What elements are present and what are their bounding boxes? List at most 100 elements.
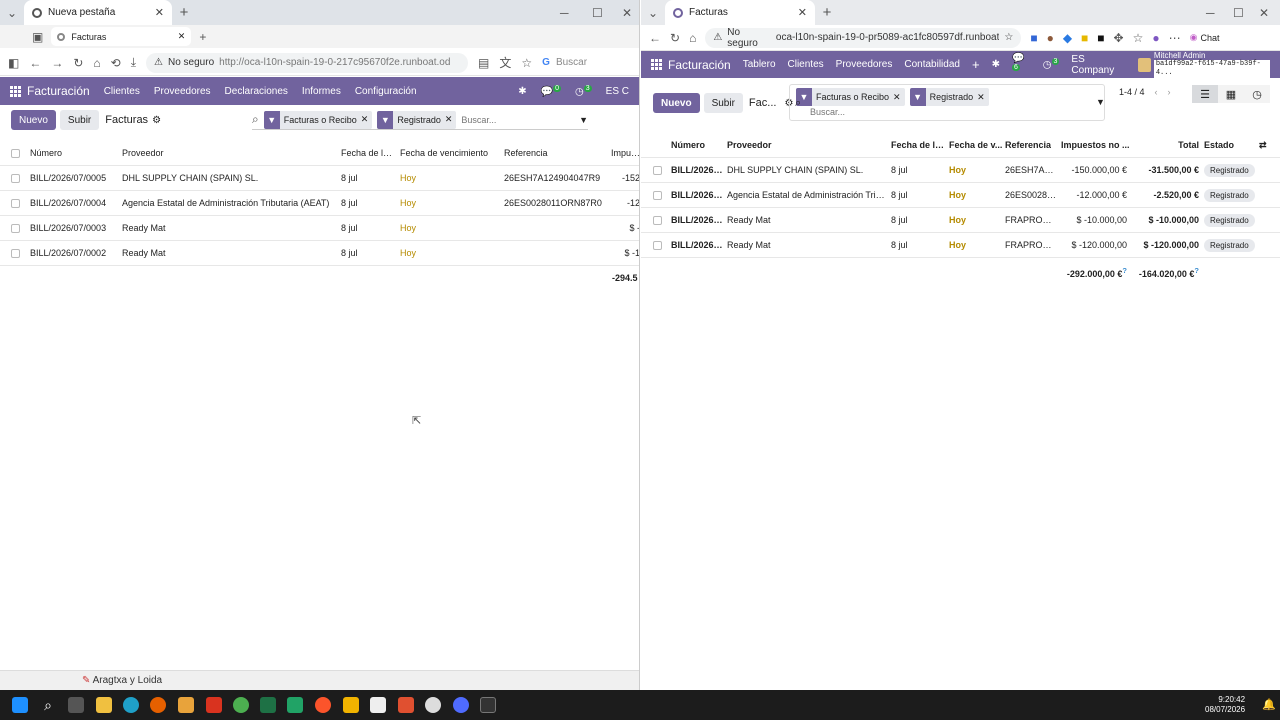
upload-button[interactable]: Subir xyxy=(703,93,743,113)
close-window-icon[interactable]: ✕ xyxy=(1259,6,1269,20)
favorite-star-icon[interactable]: ☆ xyxy=(521,56,532,70)
more-menu-icon[interactable]: ⋯ xyxy=(1169,31,1181,45)
search-icon[interactable]: ⌕ xyxy=(40,697,56,713)
bookmark-star-icon[interactable]: ☆ xyxy=(1004,32,1013,43)
close-window-icon[interactable]: ✕ xyxy=(622,6,632,20)
underlying-window-title[interactable]: Aragtxa y Loida xyxy=(93,675,163,686)
terminal-icon[interactable] xyxy=(480,697,496,713)
new-tab-plus-icon[interactable]: + xyxy=(815,4,839,21)
excel-icon[interactable] xyxy=(260,697,276,713)
menu-informes[interactable]: Informes xyxy=(302,86,341,97)
minimize-icon[interactable]: ─ xyxy=(1206,6,1215,20)
home-icon[interactable]: ⌂ xyxy=(93,56,100,70)
col-proveedor[interactable]: Proveedor xyxy=(727,133,772,158)
back-icon[interactable]: ← xyxy=(29,56,41,70)
col-referencia[interactable]: Referencia xyxy=(1005,133,1051,158)
debug-bug-icon[interactable]: ✱ xyxy=(992,59,1000,70)
menu-clientes[interactable]: Clientes xyxy=(788,59,824,70)
menu-tablero[interactable]: Tablero xyxy=(743,59,776,70)
facet-remove-icon[interactable]: ✕ xyxy=(977,92,985,103)
extensions-puzzle-icon[interactable]: ✥ xyxy=(1114,31,1124,45)
col-impuestos-no[interactable]: Impuestos no ... xyxy=(1061,133,1131,158)
add-menu-plus-icon[interactable]: + xyxy=(972,57,980,72)
app-switcher[interactable]: Facturación xyxy=(10,84,90,98)
select-all-checkbox[interactable] xyxy=(11,149,20,158)
col-total[interactable]: Total xyxy=(1141,133,1199,158)
facet-facturas-recibo[interactable]: ▼ Facturas o Recibo ✕ xyxy=(263,110,373,129)
col-numero[interactable]: Número xyxy=(671,133,705,158)
table-row[interactable]: BILL/2026/07/0003 Ready Mat 8 jul Hoy $ - xyxy=(0,216,639,241)
spark-icon[interactable] xyxy=(398,697,414,713)
extension-icon[interactable]: ● xyxy=(1047,31,1054,45)
new-button[interactable]: Nuevo xyxy=(653,93,700,113)
close-tab-icon[interactable]: ✕ xyxy=(798,6,807,19)
windows-start-icon[interactable] xyxy=(12,697,28,713)
menu-declaraciones[interactable]: Declaraciones xyxy=(225,86,288,97)
inner-tab-close-icon[interactable]: ✕ xyxy=(178,31,186,42)
inner-tab[interactable]: Facturas ✕ xyxy=(51,27,192,46)
file-explorer-icon[interactable] xyxy=(96,697,112,713)
activity-icon[interactable]: ◷ 3 xyxy=(1043,58,1060,71)
facet-remove-icon[interactable]: ✕ xyxy=(445,114,453,125)
chrome-icon[interactable] xyxy=(233,697,249,713)
close-tab-icon[interactable]: ✕ xyxy=(155,6,164,19)
kanban-view-icon[interactable]: ▦ xyxy=(1218,85,1244,103)
col-estado[interactable]: Estado xyxy=(1204,133,1234,158)
inner-new-tab-icon[interactable]: + xyxy=(199,30,206,44)
pager-next-icon[interactable]: › xyxy=(1168,87,1171,97)
search-dropdown-toggle-icon[interactable]: ▼ xyxy=(579,115,588,125)
table-row[interactable]: BILL/2026/... Agencia Estatal de Administ… xyxy=(641,183,1280,208)
col-referencia[interactable]: Referencia xyxy=(504,141,548,166)
chat-icon[interactable]: 💬 0 xyxy=(541,84,562,97)
chat-icon[interactable]: 💬6 xyxy=(1011,53,1031,76)
company-switcher[interactable]: ES C xyxy=(606,86,629,97)
row-checkbox[interactable] xyxy=(653,191,662,200)
pager-prev-icon[interactable]: ‹ xyxy=(1155,87,1158,97)
reload-icon[interactable]: ↻ xyxy=(73,56,83,70)
menu-configuracion[interactable]: Configuración xyxy=(355,86,417,97)
upload-button[interactable]: Subir xyxy=(59,110,100,130)
row-checkbox[interactable] xyxy=(11,249,20,258)
favorites-icon[interactable]: ☆ xyxy=(1133,31,1144,45)
pycharm-icon[interactable] xyxy=(287,697,303,713)
sublime-icon[interactable] xyxy=(178,697,194,713)
menu-clientes[interactable]: Clientes xyxy=(104,86,140,97)
reload-icon[interactable]: ↻ xyxy=(670,31,680,45)
search-input[interactable] xyxy=(810,107,1010,117)
clock[interactable]: 9:20:42 08/07/2026 xyxy=(1205,695,1245,715)
right-url-bar[interactable]: ⚠ No seguro oca-l10n-spain-19-0-pr5089-a… xyxy=(705,27,1022,49)
row-checkbox[interactable] xyxy=(11,224,20,233)
activity-icon[interactable]: ◷ 3 xyxy=(575,84,592,97)
assistant-icon[interactable] xyxy=(453,697,469,713)
right-search-bar[interactable]: ▼Facturas o Recibo✕ ▼Registrado✕ ⌕ ▼ xyxy=(789,84,1105,121)
sidebar-icon[interactable]: ◧ xyxy=(8,56,19,70)
reader-icon[interactable]: ▤ xyxy=(478,56,489,70)
col-numero[interactable]: Número xyxy=(30,141,62,166)
maximize-icon[interactable]: ☐ xyxy=(592,6,603,20)
facet-registrado[interactable]: ▼ Registrado ✕ xyxy=(377,110,457,129)
maximize-icon[interactable]: ☐ xyxy=(1233,6,1244,20)
pager-value[interactable]: 1-4 / 4 xyxy=(1119,87,1145,97)
facet-remove-icon[interactable]: ✕ xyxy=(893,92,901,103)
minimize-icon[interactable]: ─ xyxy=(560,6,569,20)
col-fecha[interactable]: Fecha de la ... xyxy=(341,141,396,166)
hand-icon[interactable] xyxy=(343,697,359,713)
left-browser-tab[interactable]: Nueva pestaña ✕ xyxy=(24,0,172,25)
company-switcher[interactable]: ES Company xyxy=(1071,54,1125,76)
table-row[interactable]: BILL/2026/... DHL SUPPLY CHAIN (SPAIN) SL… xyxy=(641,158,1280,183)
menu-contabilidad[interactable]: Contabilidad xyxy=(904,59,960,70)
col-proveedor[interactable]: Proveedor xyxy=(122,141,164,166)
chat-copilot-button[interactable]: ◉ Chat xyxy=(1190,32,1220,43)
edge-icon[interactable] xyxy=(123,697,139,713)
row-checkbox[interactable] xyxy=(11,199,20,208)
table-row[interactable]: BILL/2026/... Ready Mat 8 jul Hoy FRAPROV0..… xyxy=(641,208,1280,233)
menu-proveedores[interactable]: Proveedores xyxy=(836,59,893,70)
table-row[interactable]: BILL/2026/07/0005 DHL SUPPLY CHAIN (SPAIN… xyxy=(0,166,639,191)
row-checkbox[interactable] xyxy=(653,216,662,225)
row-checkbox[interactable] xyxy=(11,174,20,183)
list-view-icon[interactable]: ☰ xyxy=(1192,85,1218,103)
optional-columns-toggle-icon[interactable]: ⇄ xyxy=(1259,133,1267,158)
notification-bell-icon[interactable]: 🔔 xyxy=(1262,698,1276,711)
download-icon[interactable]: ⤓ xyxy=(131,55,136,70)
extension-icon[interactable]: ◆ xyxy=(1063,31,1072,45)
